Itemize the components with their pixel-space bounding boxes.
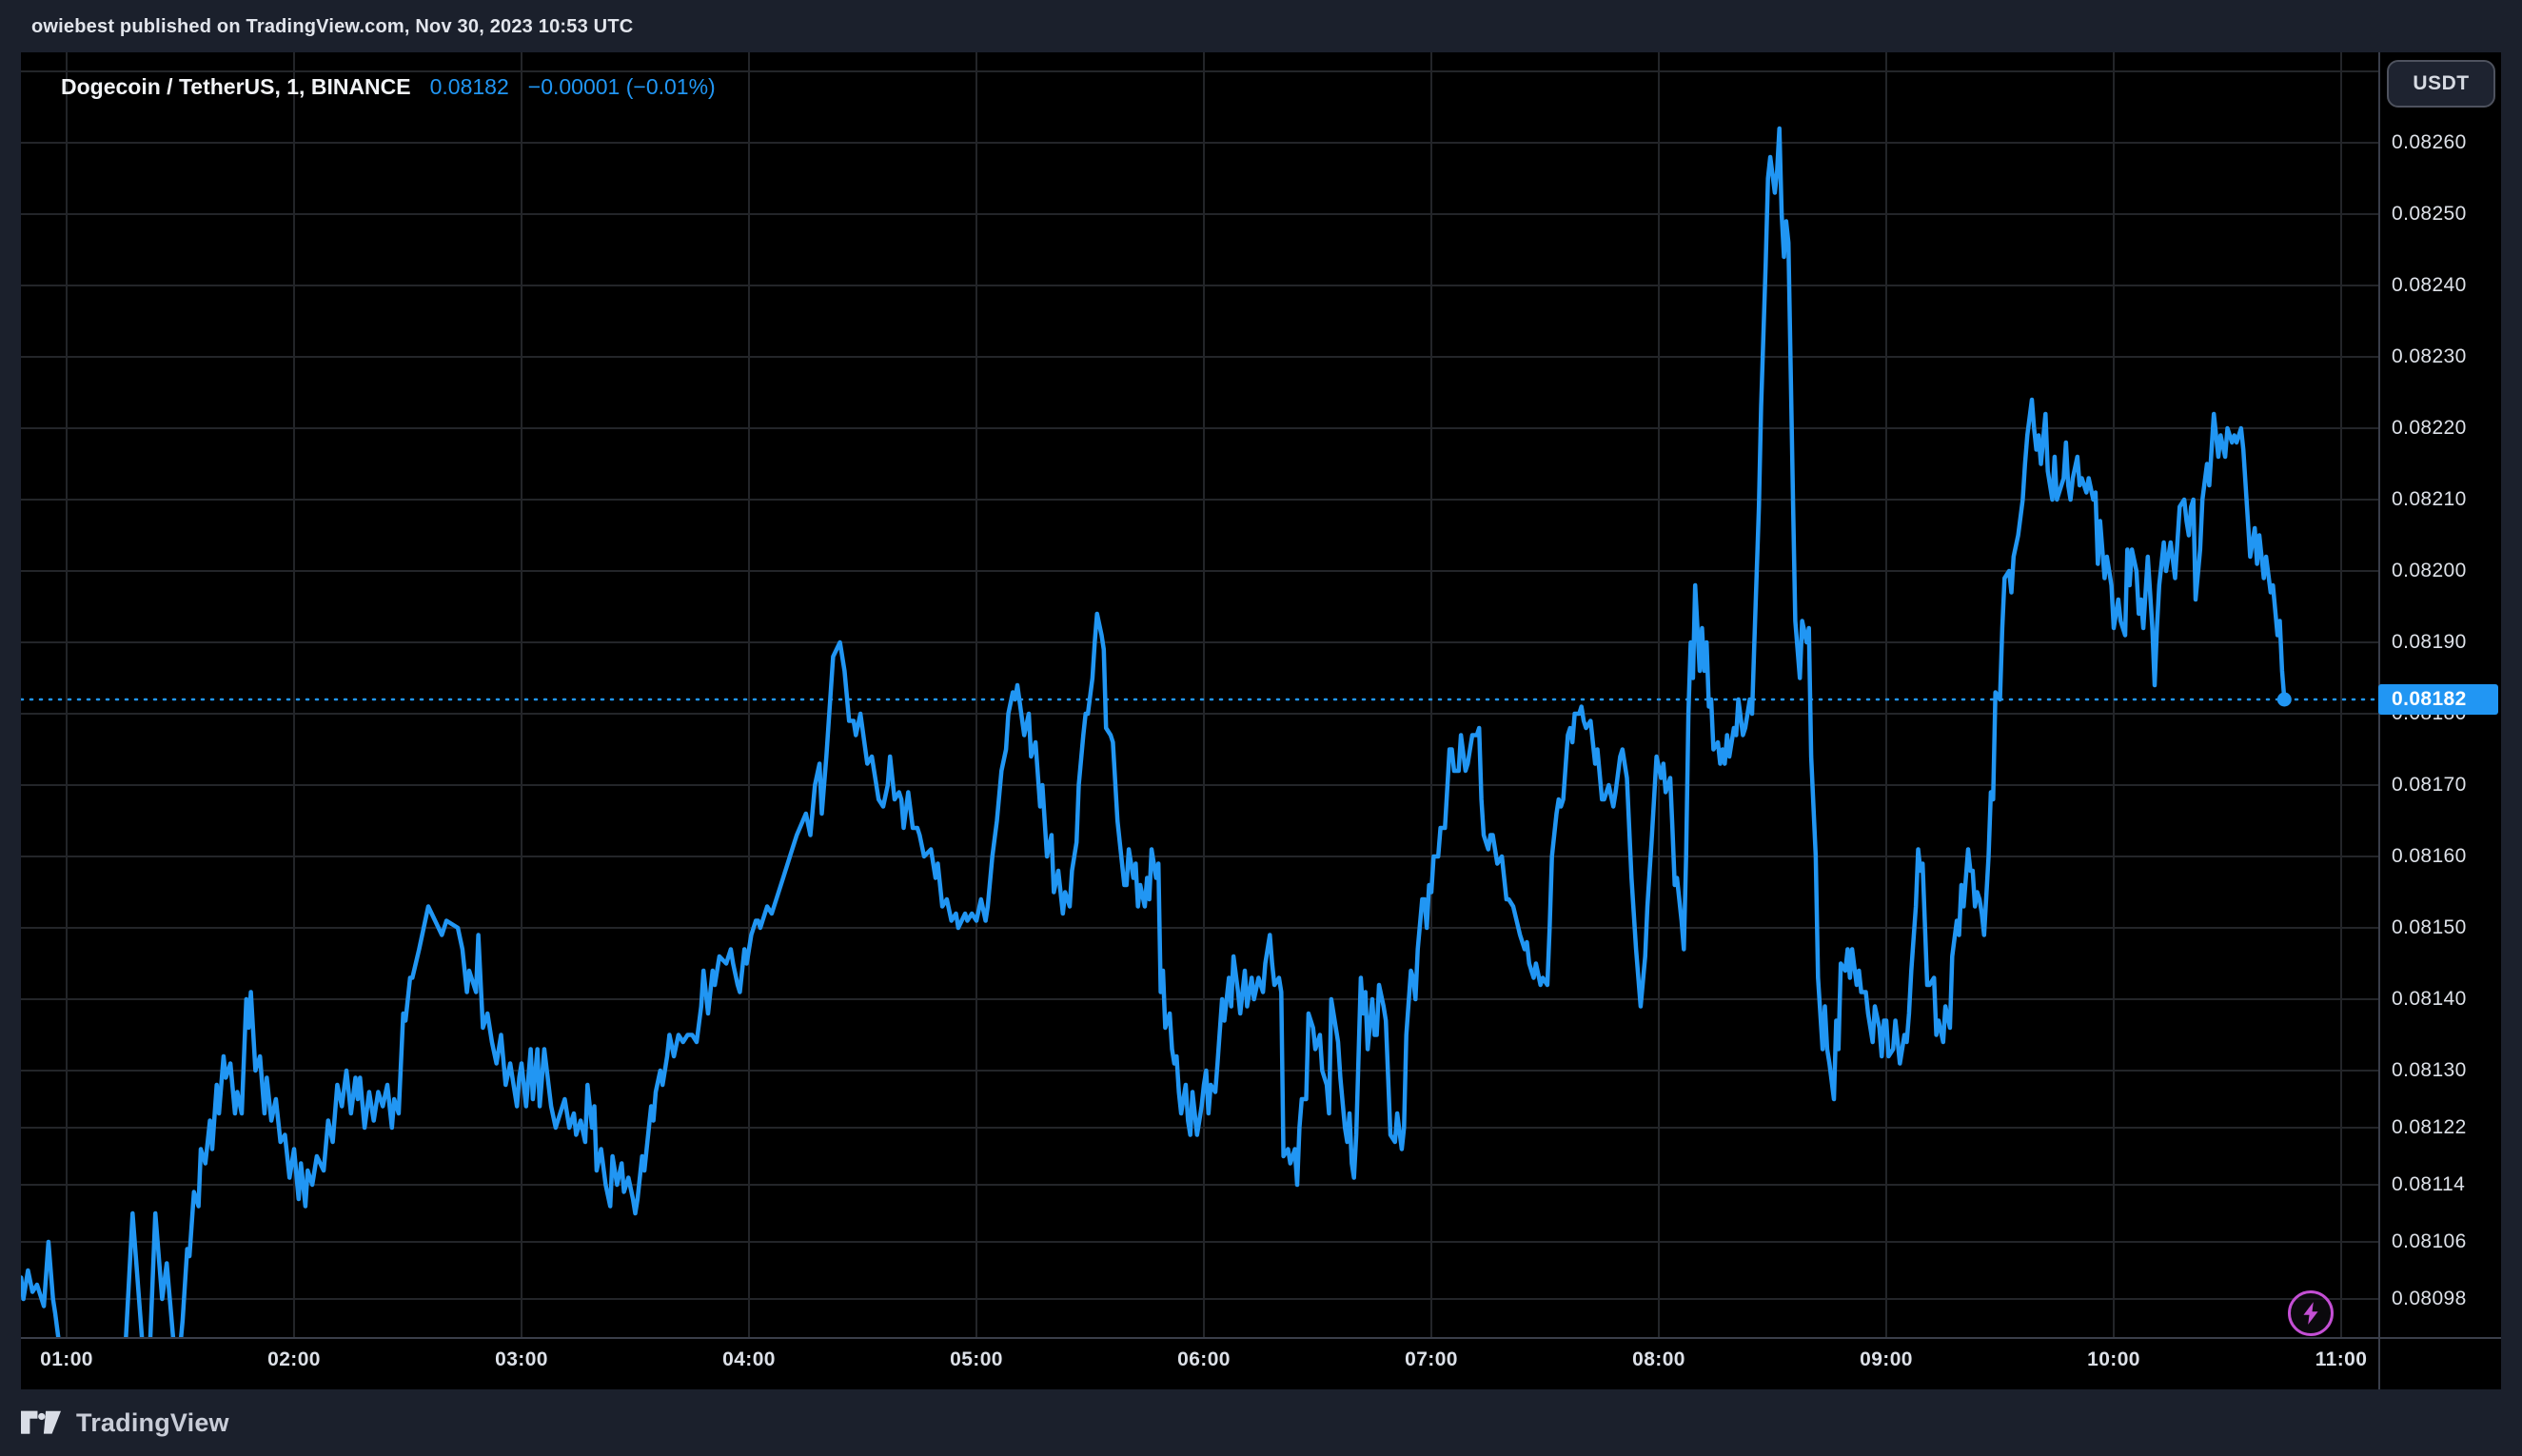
time-axis-separator <box>21 1337 2501 1339</box>
chart-legend: Dogecoin / TetherUS, 1, BINANCE 0.08182 … <box>61 74 716 100</box>
time-tick-label: 07:00 <box>1389 1348 1474 1371</box>
price-tick-label: 0.08114 <box>2392 1172 2465 1197</box>
price-tick-label: 0.08210 <box>2392 487 2467 512</box>
price-tick-label: 0.08220 <box>2392 416 2467 441</box>
price-tick-label: 0.08122 <box>2392 1115 2467 1140</box>
last-price-dot <box>2277 693 2292 707</box>
lightning-bolt-icon <box>2298 1300 2323 1327</box>
current-price-text: 0.08182 <box>2392 688 2467 711</box>
price-tick-label: 0.08140 <box>2392 987 2467 1012</box>
current-price-label: 0.08182 <box>2378 684 2498 715</box>
time-tick-label: 06:00 <box>1161 1348 1247 1371</box>
chart-container[interactable]: Dogecoin / TetherUS, 1, BINANCE 0.08182 … <box>21 52 2501 1389</box>
time-tick-label: 04:00 <box>706 1348 792 1371</box>
footer: TradingView <box>21 1399 229 1446</box>
price-tick-label: 0.08170 <box>2392 773 2467 797</box>
time-tick-label: 03:00 <box>479 1348 564 1371</box>
tradingview-logo-icon[interactable] <box>21 1406 61 1440</box>
price-line-series <box>21 128 2284 1337</box>
legend-last-price: 0.08182 <box>430 74 509 100</box>
time-tick-label: 02:00 <box>251 1348 337 1371</box>
legend-change: −0.00001 (−0.01%) <box>528 74 716 100</box>
price-tick-label: 0.08160 <box>2392 844 2467 869</box>
price-tick-label: 0.08240 <box>2392 273 2467 298</box>
price-tick-label: 0.08150 <box>2392 915 2467 940</box>
price-tick-label: 0.08200 <box>2392 559 2467 583</box>
price-tick-label: 0.08106 <box>2392 1230 2467 1254</box>
price-tick-label: 0.08260 <box>2392 130 2467 155</box>
time-tick-label: 09:00 <box>1843 1348 1929 1371</box>
time-tick-label: 01:00 <box>24 1348 109 1371</box>
currency-toggle-button[interactable]: USDT <box>2387 60 2495 108</box>
time-tick-label: 05:00 <box>934 1348 1019 1371</box>
lightning-button[interactable] <box>2288 1290 2334 1336</box>
price-tick-label: 0.08190 <box>2392 630 2467 655</box>
price-tick-label: 0.08230 <box>2392 344 2467 369</box>
symbol-title: Dogecoin / TetherUS, 1, BINANCE <box>61 74 411 100</box>
time-tick-label: 11:00 <box>2298 1348 2384 1371</box>
price-tick-label: 0.08098 <box>2392 1287 2467 1311</box>
tradingview-snapshot-page: owiebest published on TradingView.com, N… <box>0 0 2522 1456</box>
price-tick-label: 0.08130 <box>2392 1058 2467 1083</box>
time-tick-label: 08:00 <box>1616 1348 1702 1371</box>
publish-header: owiebest published on TradingView.com, N… <box>31 8 633 46</box>
price-tick-label: 0.08250 <box>2392 202 2467 226</box>
time-tick-label: 10:00 <box>2071 1348 2157 1371</box>
footer-brand-text[interactable]: TradingView <box>76 1408 229 1438</box>
price-chart-plot[interactable] <box>21 52 2378 1337</box>
publish-header-text: owiebest published on TradingView.com, N… <box>31 16 633 38</box>
price-axis-separator <box>2378 52 2380 1389</box>
